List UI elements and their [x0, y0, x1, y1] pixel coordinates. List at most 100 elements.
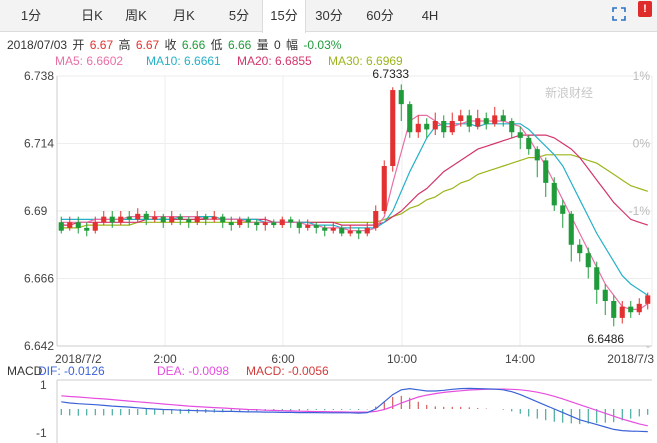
candle-body	[330, 227, 336, 231]
candle-body	[390, 90, 396, 166]
ma30-legend: MA30: 6.6969	[328, 54, 403, 68]
candle-body	[364, 227, 370, 234]
candle-body	[424, 123, 430, 130]
volume-label: 量	[256, 38, 269, 52]
info-icon[interactable]: !	[638, 1, 652, 17]
candle-body	[313, 225, 319, 228]
price-tick-label: 6.642	[24, 339, 54, 353]
tab-period-4[interactable]: 5分	[216, 0, 262, 32]
tab-period-3[interactable]: 月K	[158, 0, 210, 32]
candle-body	[101, 216, 107, 223]
change-label: 幅	[286, 38, 299, 52]
candle-body	[628, 306, 634, 313]
candle-body	[220, 216, 226, 223]
candle-body	[126, 216, 132, 220]
candle-body	[347, 230, 353, 234]
price-tick-label: 6.69	[24, 204, 48, 218]
ma20-legend: MA20: 6.6855	[237, 54, 312, 68]
macd-tick-label: -1	[36, 426, 47, 440]
percent-tick-label: 0%	[633, 137, 651, 151]
candle-body	[67, 222, 73, 228]
dea-line	[61, 388, 648, 427]
tab-period-6[interactable]: 30分	[305, 0, 353, 32]
price-tick-label: 6.714	[24, 137, 54, 151]
candle-body	[500, 115, 506, 121]
time-tick-label: 2018/7/3	[607, 352, 654, 366]
percent-tick-label: 1%	[633, 69, 651, 83]
candle-body	[58, 222, 64, 231]
volume-value: 0	[274, 38, 281, 52]
open-value: 6.67	[89, 38, 114, 52]
candle-body	[517, 132, 523, 138]
macd-legend-macd_label: MACD: -0.0056	[246, 364, 329, 378]
ma10-legend: MA10: 6.6661	[146, 54, 221, 68]
candle-body	[534, 149, 540, 161]
tab-period-0[interactable]: 1分	[0, 0, 62, 32]
candle-body	[186, 219, 192, 223]
candle-body	[160, 216, 166, 223]
ma10-line	[61, 123, 649, 296]
candle-body	[279, 219, 285, 226]
candle-body	[449, 121, 455, 133]
dif-line	[61, 387, 648, 433]
candles	[58, 84, 651, 327]
tab-period-2[interactable]: 周K	[114, 0, 158, 32]
candle-body	[237, 219, 243, 226]
candle-body	[551, 182, 557, 206]
candle-body	[407, 104, 413, 133]
ma-lines	[61, 114, 649, 310]
tab-period-7[interactable]: 60分	[356, 0, 404, 32]
close-value: 6.66	[181, 38, 206, 52]
high-annotation: 6.7333	[372, 67, 409, 81]
candle-body	[415, 123, 421, 133]
time-tick-label: 14:00	[505, 352, 535, 366]
candle-body	[585, 253, 591, 268]
low-label: 低	[210, 38, 223, 52]
candle-body	[373, 211, 379, 228]
tab-period-5[interactable]: 15分	[262, 0, 306, 33]
candle-body	[92, 222, 98, 231]
candle-body	[245, 219, 251, 223]
ma5-legend: MA5: 6.6602	[55, 54, 124, 68]
candle-body	[381, 166, 387, 211]
quote-line: 2018/07/03 开 6.67 高 6.67 收 6.66 低 6.66 量…	[7, 36, 343, 53]
candle-body	[526, 137, 532, 150]
candle-body	[602, 289, 608, 301]
expand-icon[interactable]	[612, 7, 626, 21]
candle-body	[211, 216, 217, 220]
quote-date: 2018/07/03	[7, 38, 68, 52]
candle-body	[169, 216, 175, 223]
percent-tick-label: -	[646, 339, 650, 353]
tab-period-1[interactable]: 日K	[70, 0, 114, 32]
candle-body	[254, 222, 260, 226]
candle-body	[560, 205, 566, 214]
high-label: 高	[118, 38, 131, 52]
candle-body	[109, 216, 115, 223]
candle-body	[322, 227, 328, 231]
candle-body	[619, 306, 625, 318]
percent-tick-label: -1%	[629, 204, 651, 218]
candle-body	[84, 227, 90, 231]
macd-legend-dea_label: DEA: -0.0098	[157, 364, 229, 378]
candle-body	[118, 216, 124, 223]
candle-body	[203, 216, 209, 220]
ma5-line	[61, 114, 649, 310]
change-value: -0.03%	[303, 38, 342, 52]
candle-body	[466, 115, 472, 127]
candle-body	[543, 160, 549, 183]
candle-body	[152, 216, 158, 220]
time-axis: 2018/7/2 2:00 6:00 10:00 14:00 2018/7/3	[55, 352, 654, 366]
candle-body	[271, 222, 277, 226]
macd-tick-label: 1	[40, 378, 47, 392]
ma20-line	[61, 134, 648, 226]
price-axis: 6.738 6.714 6.69 6.666 6.642	[24, 69, 54, 353]
candle-body	[356, 230, 362, 234]
candle-body	[305, 225, 311, 228]
tab-period-8[interactable]: 4H	[410, 0, 450, 32]
candle-body	[645, 295, 651, 304]
price-tick-label: 6.738	[24, 69, 54, 83]
period-tab-bar: 1分 日K 周K 月K 5分 15分 30分 60分 4H	[0, 0, 657, 33]
candle-body	[568, 213, 574, 245]
candle-body	[143, 213, 149, 220]
candle-body	[611, 301, 617, 318]
